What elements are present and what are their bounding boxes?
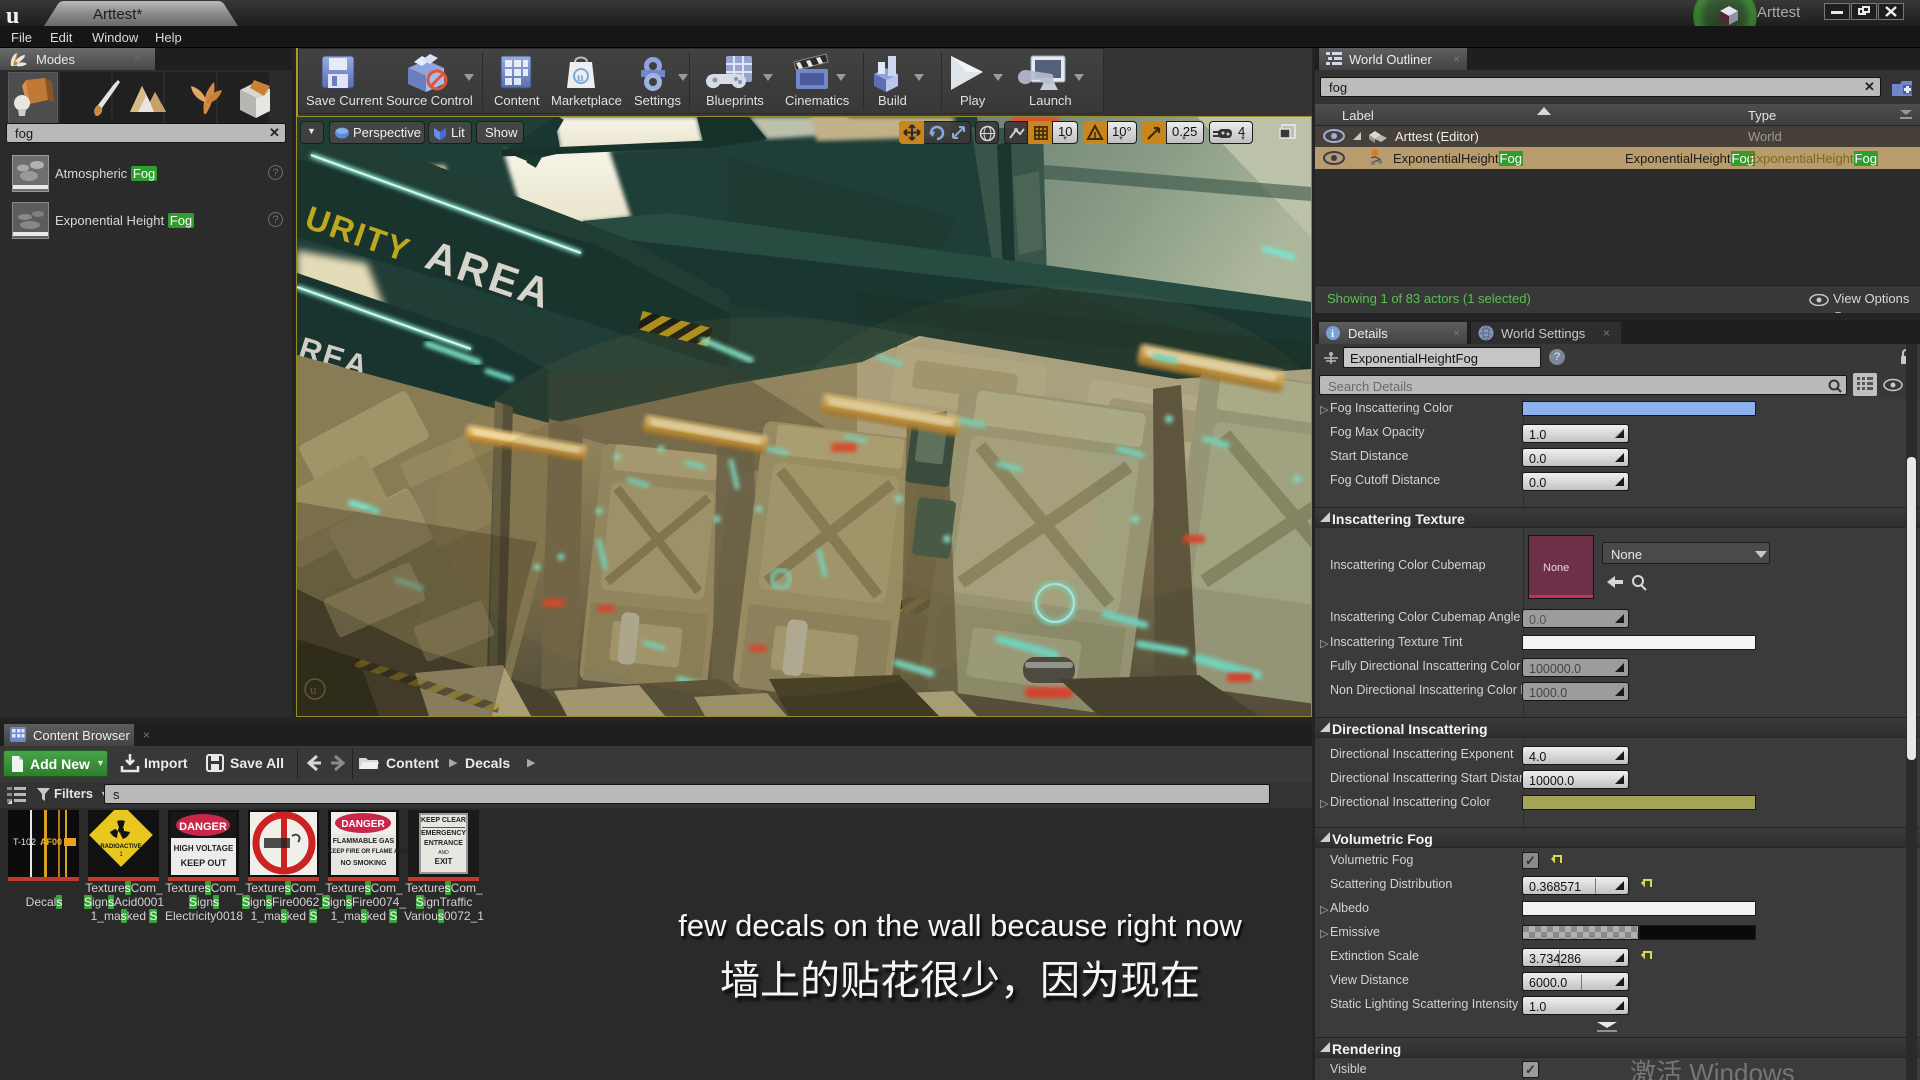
svg-text:u: u xyxy=(577,70,584,84)
svg-text:Arttest*: Arttest* xyxy=(93,6,142,23)
svg-text:RADIOACTIVE: RADIOACTIVE xyxy=(100,844,141,850)
svg-text:DANGER: DANGER xyxy=(179,821,227,833)
svg-text:i: i xyxy=(1331,328,1334,340)
svg-text:u: u xyxy=(6,3,19,26)
svg-text:DANGER: DANGER xyxy=(341,819,385,830)
